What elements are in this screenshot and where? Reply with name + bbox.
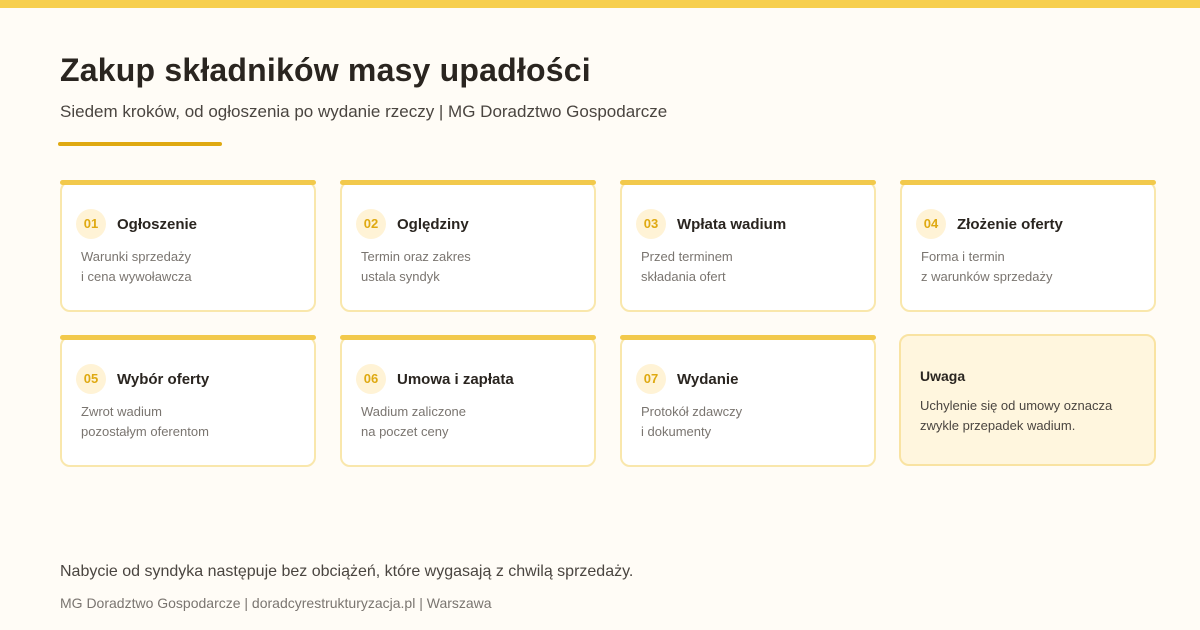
note-text: Uchylenie się od umowy oznacza zwykle pr… — [920, 398, 1113, 433]
footer-meta: MG Doradztwo Gospodarcze | doradcyrestru… — [60, 595, 492, 611]
footer-statement: Nabycie od syndyka następuje bez obciąże… — [60, 563, 634, 580]
step-title: Oględziny — [397, 216, 469, 233]
step-number-badge: 07 — [636, 364, 666, 394]
step-number-badge: 05 — [76, 364, 106, 394]
page-subtitle: Siedem kroków, od ogłoszenia po wydanie … — [60, 102, 668, 121]
step-description-line: ustala syndyk — [361, 269, 440, 284]
page-title: Zakup składników masy upadłości — [60, 52, 591, 88]
card-accent-bar — [340, 335, 596, 340]
step-description-line: i cena wywoławcza — [81, 269, 192, 284]
step-description: Warunki sprzedaży i cena wywoławcza — [81, 247, 192, 287]
step-description-line: Warunki sprzedaży — [81, 249, 192, 264]
step-card-01: 01 Ogłoszenie Warunki sprzedaży i cena w… — [60, 180, 316, 312]
step-description-line: składania ofert — [641, 269, 726, 284]
step-number-badge: 04 — [916, 209, 946, 239]
step-description-line: Zwrot wadium — [81, 404, 162, 419]
step-description-line: pozostałym oferentom — [81, 424, 209, 439]
step-card-05: 05 Wybór oferty Zwrot wadium pozostałym … — [60, 335, 316, 467]
step-card-02: 02 Oględziny Termin oraz zakres ustala s… — [340, 180, 596, 312]
step-card-04: 04 Złożenie oferty Forma i termin z waru… — [900, 180, 1156, 312]
step-number-badge: 06 — [356, 364, 386, 394]
step-title: Wydanie — [677, 371, 739, 388]
step-title: Złożenie oferty — [957, 216, 1063, 233]
card-accent-bar — [60, 335, 316, 340]
step-number-badge: 03 — [636, 209, 666, 239]
step-description-line: Przed terminem — [641, 249, 733, 264]
card-accent-bar — [340, 180, 596, 185]
step-description: Forma i termin z warunków sprzedaży — [921, 247, 1053, 287]
step-title: Ogłoszenie — [117, 216, 198, 233]
card-accent-bar — [620, 335, 876, 340]
step-description-line: na poczet ceny — [361, 424, 449, 439]
step-description-line: Forma i termin — [921, 249, 1005, 264]
step-description-line: Wadium zaliczone — [361, 404, 467, 419]
step-card-06: 06 Umowa i zapłata Wadium zaliczone na p… — [340, 335, 596, 467]
top-accent-bar — [0, 0, 1200, 8]
step-card-03: 03 Wpłata wadium Przed terminem składani… — [620, 180, 876, 312]
card-accent-bar — [900, 180, 1156, 185]
step-description-line: i dokumenty — [641, 424, 712, 439]
step-title: Wpłata wadium — [677, 216, 787, 233]
note-card: Uwaga Uchylenie się od umowy oznacza zwy… — [899, 334, 1156, 466]
step-number-badge: 01 — [76, 209, 106, 239]
step-number-badge: 02 — [356, 209, 386, 239]
step-description: Termin oraz zakres ustala syndyk — [361, 247, 471, 287]
step-description: Protokół zdawczy i dokumenty — [641, 402, 742, 442]
step-description-line: Protokół zdawczy — [641, 404, 743, 419]
step-description: Zwrot wadium pozostałym oferentom — [81, 402, 209, 442]
step-description: Wadium zaliczone na poczet ceny — [361, 402, 466, 442]
title-underline — [58, 142, 222, 146]
step-title: Umowa i zapłata — [397, 371, 514, 388]
step-description-line: Termin oraz zakres — [361, 249, 471, 264]
step-title: Wybór oferty — [117, 371, 210, 388]
step-card-07: 07 Wydanie Protokół zdawczy i dokumenty — [620, 335, 876, 467]
card-accent-bar — [620, 180, 876, 185]
step-description: Przed terminem składania ofert — [641, 247, 733, 287]
step-description-line: z warunków sprzedaży — [921, 269, 1053, 284]
card-accent-bar — [60, 180, 316, 185]
note-title: Uwaga — [920, 368, 966, 384]
